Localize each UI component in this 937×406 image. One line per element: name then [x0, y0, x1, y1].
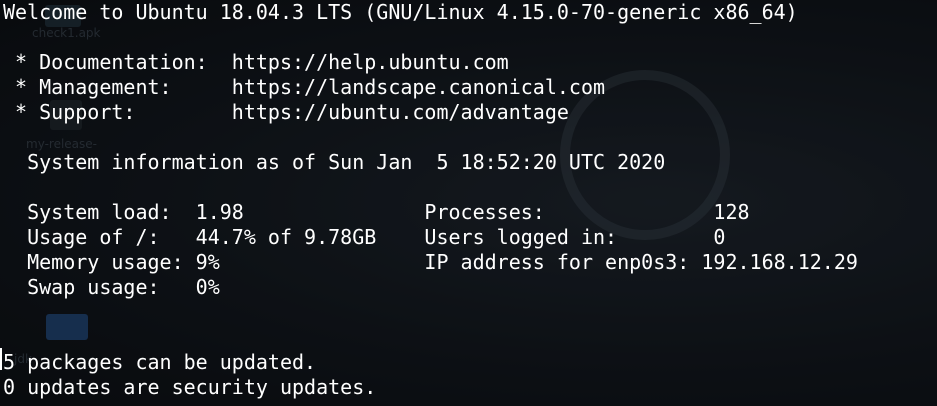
terminal-window[interactable]: Welcome to Ubuntu 18.04.3 LTS (GNU/Linux…: [0, 0, 937, 406]
text-cursor: [0, 348, 2, 370]
swap-usage-line: Swap usage: 0%: [3, 275, 220, 299]
management-line: * Management: https://landscape.canonica…: [3, 75, 606, 99]
welcome-line: Welcome to Ubuntu 18.04.3 LTS (GNU/Linux…: [3, 0, 798, 24]
disk-usage-line: Usage of /: 44.7% of 9.78GB Users logged…: [3, 225, 726, 249]
memory-usage-line: Memory usage: 9% IP address for enp0s3: …: [3, 250, 858, 274]
system-load-line: System load: 1.98 Processes: 128: [3, 200, 750, 224]
documentation-line: * Documentation: https://help.ubuntu.com: [3, 50, 509, 74]
support-line: * Support: https://ubuntu.com/advantage: [3, 100, 569, 124]
security-updates-line: 0 updates are security updates.: [3, 375, 377, 399]
packages-update-line: 5 packages can be updated.: [3, 350, 317, 374]
system-info-heading: System information as of Sun Jan 5 18:52…: [3, 150, 666, 174]
